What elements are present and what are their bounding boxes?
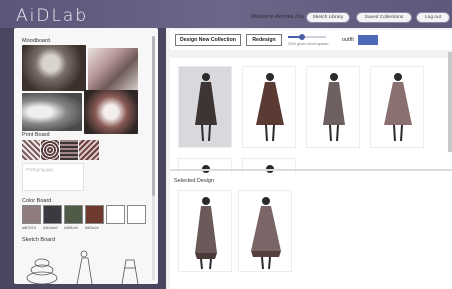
right-scrollbar[interactable] [448,52,452,152]
generated-design-card[interactable] [178,66,232,148]
selected-design-title: Selected Design [174,178,215,184]
color-swatch[interactable] [106,205,125,224]
color-swatch[interactable] [85,205,104,224]
toolbar: Design New Collection Redesign 20% given… [170,30,452,50]
color-hex-label: #6f3a2e [85,226,99,230]
selected-design-card[interactable] [178,190,232,272]
outfit-color-swatch[interactable] [358,35,378,45]
sidebar-scrollbar-thumb[interactable] [152,36,155,196]
moodboard-image[interactable] [84,90,138,134]
print-swatch[interactable] [41,140,59,160]
moodboard-image[interactable] [22,45,86,91]
sidebar: Moodboard Print Board Print(png,jpg) Col… [14,28,158,284]
garment-figure [195,197,217,270]
color-swatch[interactable] [22,205,41,224]
garment-figure [251,197,281,270]
slider-caption: 20% given from spawn [288,41,329,46]
color-hex-label: #4f5b46 [64,226,78,230]
saved-collections-button[interactable]: Saved Collections [356,12,412,23]
logout-button[interactable]: Log out [416,12,450,23]
print-upload-field[interactable]: Print(png,jpg) [22,163,84,191]
main-area: Design New Collection Redesign 20% given… [166,28,452,289]
design-new-collection-button[interactable]: Design New Collection [175,34,241,46]
print-swatch[interactable] [22,140,40,160]
color-swatch[interactable] [64,205,83,224]
generated-design-card[interactable] [306,66,360,148]
moodboard-label: Moodboard [22,38,50,44]
selected-design-panel: Selected Design [170,173,452,289]
colorboard-label: Color Board [22,198,52,204]
redesign-button[interactable]: Redesign [246,34,282,46]
slider-knob[interactable] [299,34,305,40]
garment-figure [384,73,412,142]
sketch-thumbnails[interactable] [22,246,142,284]
selected-design-card[interactable] [238,190,292,272]
panel-divider[interactable] [170,169,452,171]
sketch-library-button[interactable]: Sketch Library [306,12,350,23]
color-hex-label: #8f7d7d [22,226,36,230]
color-swatch[interactable] [127,205,146,224]
sketchboard-label: Sketch Board [22,237,56,243]
printboard-label: Print Board [22,132,50,138]
garment-figure [323,73,345,142]
spawn-slider[interactable] [288,34,326,40]
outfit-label: outfit [342,37,354,43]
color-swatch[interactable] [43,205,62,224]
garment-figure [256,73,284,142]
generated-design-card[interactable] [242,66,296,148]
print-swatch[interactable] [60,140,78,160]
garment-figure [195,73,217,142]
top-bar: AiDLab Welcome Aemika Zou Sketch Library… [0,0,452,28]
app-logo: AiDLab [16,6,89,26]
moodboard-image[interactable] [22,93,82,131]
color-hex-label: #3b3a40 [43,226,58,230]
generated-design-card[interactable] [370,66,424,148]
welcome-text: Welcome Aemika Zou [251,14,305,20]
print-swatch[interactable] [79,140,99,160]
moodboard-image[interactable] [88,48,138,94]
